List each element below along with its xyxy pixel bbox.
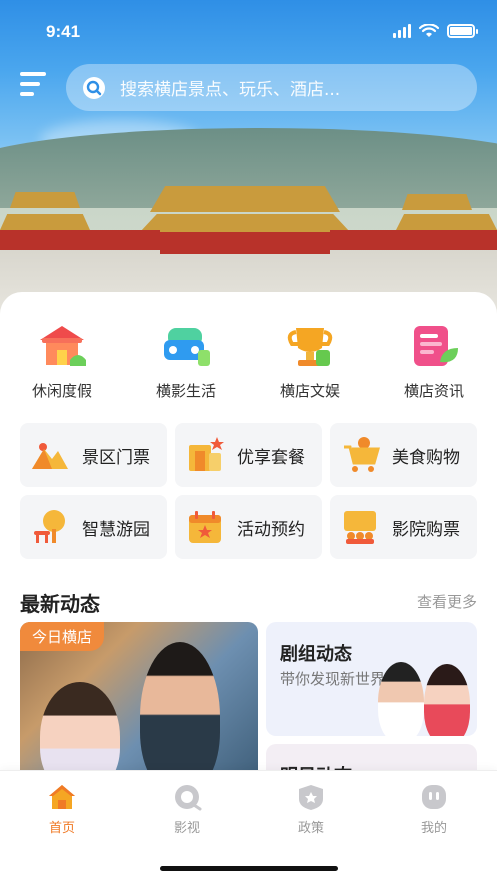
section-title: 最新动态 [20,592,100,616]
view-more-link[interactable]: 查看更多 [417,591,477,612]
crew-photo-person [424,664,470,736]
crew-photo-person [378,662,424,736]
left-tower-roof [10,192,80,208]
category-label: 休闲度假 [31,382,92,400]
service-label: 美食购物 [392,447,460,468]
home-icon [49,785,75,809]
tab-home[interactable]: 首页 [22,783,102,836]
left-hall [0,230,160,250]
signal-icon [393,24,411,38]
service-grid: 景区门票 优享套餐 美食购物 智慧游园 活动预约 影院购票 [20,423,477,559]
search-bar[interactable]: 搜索横店景点、玩乐、酒店... [66,64,477,111]
right-tower-roof [402,194,472,210]
status-icons [393,24,478,38]
tab-profile[interactable]: 我的 [394,783,474,836]
right-hall-roof [396,214,497,230]
service-cinema[interactable]: 影院购票 [330,495,477,559]
main-hall-roof [150,186,340,212]
category-label: 横影生活 [155,382,216,400]
shopping-cart-icon [340,435,380,475]
featured-news-tag: 今日横店 [20,622,105,651]
trophy-icon [284,322,336,370]
category-leisure[interactable]: 休闲度假 [0,322,124,401]
film-icon [175,785,202,811]
news-icon [408,322,460,370]
service-packages[interactable]: 优享套餐 [175,423,322,487]
category-label: 横店文娱 [279,382,340,400]
ticket-icon [30,435,70,475]
cinema-icon [340,507,380,547]
home-indicator [160,866,338,871]
status-time: 9:41 [46,22,81,41]
featured-news-card[interactable]: 今日横店 [20,622,258,782]
search-placeholder: 搜索横店景点、玩乐、酒店... [120,80,341,100]
service-label: 智慧游园 [82,519,150,540]
crew-news-card[interactable]: 剧组动态 带你发现新世界 [266,622,477,736]
service-smart-park[interactable]: 智慧游园 [20,495,167,559]
status-bar: 9:41 [0,20,497,48]
featured-photo-person [40,682,120,782]
tab-label: 政策 [297,821,324,836]
wifi-icon [419,24,439,37]
service-reservation[interactable]: 活动预约 [175,495,322,559]
package-icon [185,435,225,475]
battery-icon [447,24,478,38]
house-icon [36,322,88,370]
featured-photo-person [140,642,220,782]
service-label: 活动预约 [237,519,305,540]
main-hall-lower-roof [140,214,350,232]
service-label: 优享套餐 [237,447,305,468]
category-life[interactable]: 横影生活 [124,322,248,401]
tree-icon [30,507,70,547]
calendar-icon [185,507,225,547]
menu-icon[interactable] [20,72,48,102]
category-entertainment[interactable]: 横店文娱 [248,322,372,401]
main-hall [160,232,330,254]
left-hall-roof [0,214,90,230]
service-food-shopping[interactable]: 美食购物 [330,423,477,487]
profile-icon [422,785,446,809]
right-hall [330,230,497,250]
crew-news-title: 剧组动态 [280,644,352,665]
tab-policy[interactable]: 政策 [271,783,351,836]
service-label: 影院购票 [392,519,460,540]
crew-news-subtitle: 带你发现新世界 [280,670,386,688]
category-news[interactable]: 横店资讯 [372,322,496,401]
service-tickets[interactable]: 景区门票 [20,423,167,487]
tab-label: 影视 [173,821,200,836]
car-icon [160,322,212,370]
tab-label: 我的 [420,821,447,836]
tab-label: 首页 [48,821,75,836]
shield-icon [299,785,323,810]
service-label: 景区门票 [82,447,150,468]
category-label: 横店资讯 [403,382,464,400]
search-icon [83,76,105,99]
category-row: 休闲度假 横影生活 横店文娱 横店资讯 [0,322,497,401]
tab-film[interactable]: 影视 [147,783,227,836]
